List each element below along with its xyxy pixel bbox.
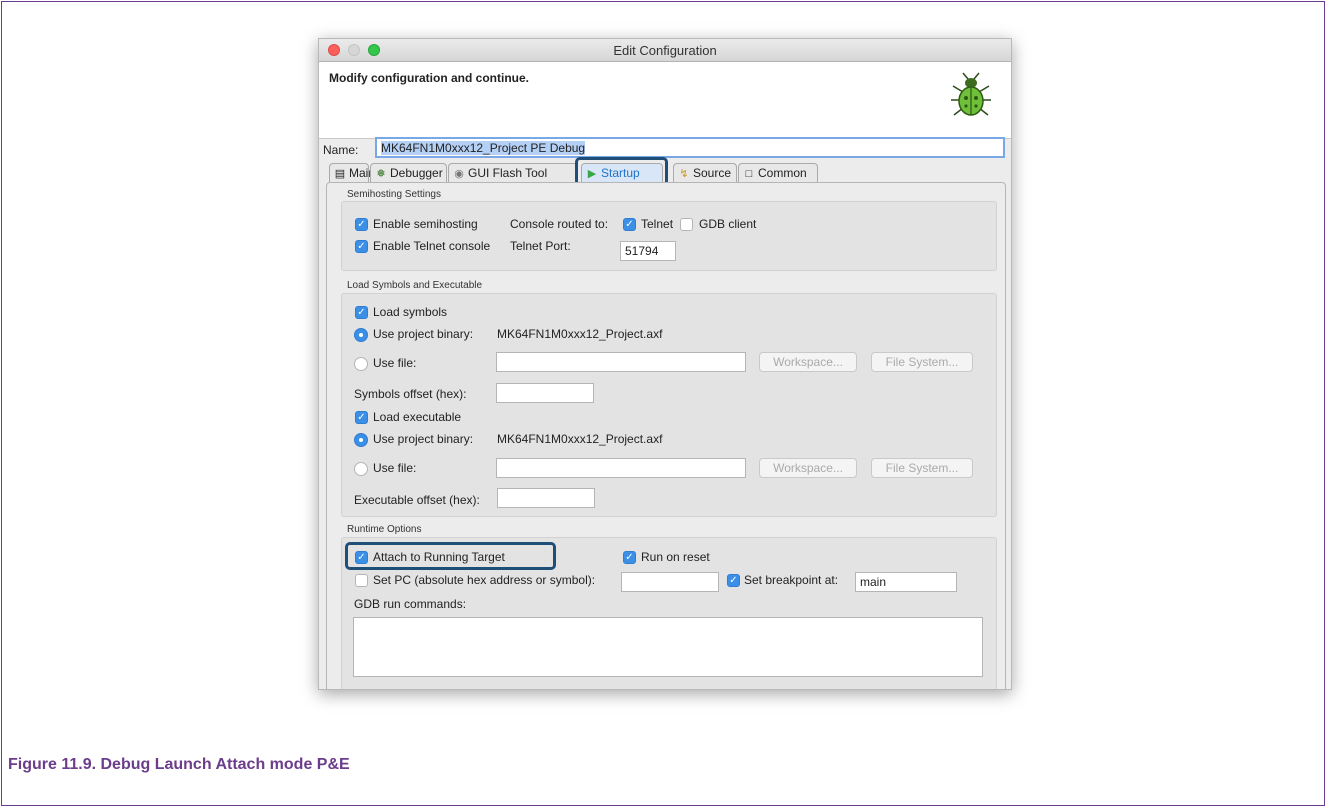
name-field[interactable]: MK64FN1M0xxx12_Project PE Debug xyxy=(375,137,1005,158)
symbols-binary-value: MK64FN1M0xxx12_Project.axf xyxy=(497,327,663,341)
enable-semihosting-label: Enable semihosting xyxy=(373,217,478,231)
tab-source[interactable]: ↯ Source xyxy=(673,163,737,182)
exec-file-input[interactable] xyxy=(496,458,746,478)
name-label: Name: xyxy=(323,143,359,157)
telnet-port-input[interactable]: 51794 xyxy=(620,241,676,261)
telnet-checkbox[interactable]: ✓ xyxy=(623,218,636,231)
name-value: MK64FN1M0xxx12_Project PE Debug xyxy=(381,141,586,155)
tab-main[interactable]: ▤ Main xyxy=(329,163,375,182)
title-bar: Edit Configuration xyxy=(319,39,1011,62)
flash-icon: ◉ xyxy=(454,168,464,180)
gdb-client-label: GDB client xyxy=(699,217,757,231)
symbols-file-system-button[interactable]: File System... xyxy=(871,352,973,372)
tab-common-label: Common xyxy=(758,166,807,180)
load-executable-checkbox[interactable]: ✓ xyxy=(355,411,368,424)
set-breakpoint-checkbox[interactable]: ✓ xyxy=(727,574,740,587)
header-message: Modify configuration and continue. xyxy=(329,71,529,85)
telnet-port-label: Telnet Port: xyxy=(510,239,571,253)
exec-binary-value: MK64FN1M0xxx12_Project.axf xyxy=(497,432,663,446)
breakpoint-input[interactable]: main xyxy=(855,572,957,592)
run-on-reset-checkbox[interactable]: ✓ xyxy=(623,551,636,564)
console-routed-label: Console routed to: xyxy=(510,217,609,231)
tab-common[interactable]: □ Common xyxy=(738,163,818,182)
exec-offset-input[interactable] xyxy=(497,488,595,508)
enable-telnet-label: Enable Telnet console xyxy=(373,239,491,253)
gdb-run-commands-textarea[interactable] xyxy=(353,617,983,677)
tab-debugger-label: Debugger xyxy=(390,166,443,180)
telnet-label: Telnet xyxy=(641,217,674,231)
debug-bug-icon xyxy=(951,72,991,116)
runtime-title: Runtime Options xyxy=(347,524,422,535)
exec-use-file-label: Use file: xyxy=(373,461,417,475)
symbols-file-input[interactable] xyxy=(496,352,746,372)
gdb-client-checkbox[interactable] xyxy=(680,218,693,231)
load-executable-label: Load executable xyxy=(373,410,462,424)
load-title: Load Symbols and Executable xyxy=(347,280,483,291)
load-symbols-label: Load symbols xyxy=(373,305,448,319)
tab-source-label: Source xyxy=(693,166,732,180)
window-title: Edit Configuration xyxy=(613,43,717,58)
edit-configuration-window: Edit Configuration Modify configuration … xyxy=(318,38,1012,690)
page-icon: ▤ xyxy=(334,168,346,180)
window-icon: □ xyxy=(745,168,753,180)
symbols-use-file-label: Use file: xyxy=(373,356,417,370)
semihosting-title: Semihosting Settings xyxy=(347,189,441,200)
set-pc-checkbox[interactable] xyxy=(355,574,368,587)
source-icon: ↯ xyxy=(679,168,689,180)
exec-offset-label: Executable offset (hex): xyxy=(354,493,480,507)
enable-semihosting-checkbox[interactable]: ✓ xyxy=(355,218,368,231)
tab-gui-flash-tool-label: GUI Flash Tool xyxy=(468,166,548,180)
exec-workspace-button[interactable]: Workspace... xyxy=(759,458,857,478)
symbols-offset-input[interactable] xyxy=(496,383,594,403)
dialog-header: Modify configuration and continue. xyxy=(319,62,1011,139)
figure-caption: Figure 11.9. Debug Launch Attach mode P&… xyxy=(8,756,350,773)
set-pc-input[interactable] xyxy=(621,572,719,592)
enable-telnet-checkbox[interactable]: ✓ xyxy=(355,240,368,253)
load-symbols-checkbox[interactable]: ✓ xyxy=(355,306,368,319)
set-pc-label: Set PC (absolute hex address or symbol): xyxy=(373,573,596,587)
gdb-run-commands-label: GDB run commands: xyxy=(354,597,467,611)
symbols-project-binary-label: Use project binary: xyxy=(373,327,474,341)
gear-icon: ❅ xyxy=(376,168,386,180)
exec-use-file-radio[interactable] xyxy=(354,462,368,476)
run-on-reset-label: Run on reset xyxy=(641,550,710,564)
symbols-offset-label: Symbols offset (hex): xyxy=(354,387,467,401)
tab-gui-flash-tool[interactable]: ◉ GUI Flash Tool xyxy=(448,163,578,182)
symbols-workspace-button[interactable]: Workspace... xyxy=(759,352,857,372)
set-breakpoint-label: Set breakpoint at: xyxy=(744,573,839,587)
tab-debugger[interactable]: ❅ Debugger xyxy=(370,163,447,182)
symbols-project-binary-radio[interactable] xyxy=(354,328,368,342)
exec-project-binary-label: Use project binary: xyxy=(373,432,474,446)
symbols-use-file-radio[interactable] xyxy=(354,357,368,371)
exec-file-system-button[interactable]: File System... xyxy=(871,458,973,478)
exec-project-binary-radio[interactable] xyxy=(354,433,368,447)
attach-highlight xyxy=(345,542,556,570)
